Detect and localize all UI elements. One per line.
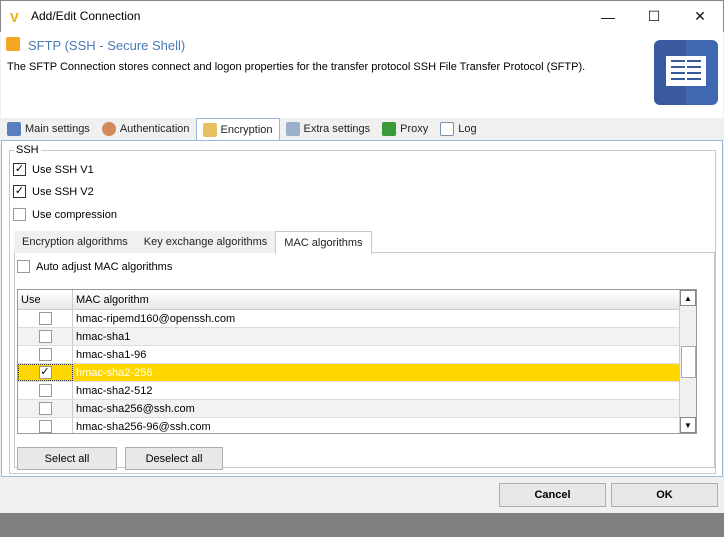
use-checkbox[interactable] [38,330,52,343]
window-title: Add/Edit Connection [31,9,141,23]
table-row[interactable]: hmac-sha1-96 [18,346,680,364]
tab-mac-algorithms[interactable]: MAC algorithms [275,231,372,254]
close-button[interactable]: ✕ [677,1,723,32]
checkbox-label: Use SSH V2 [32,185,94,198]
vertical-scrollbar[interactable]: ▲ ▼ [679,290,696,433]
table-icon [285,122,300,136]
tab-extra-settings[interactable]: Extra settings [280,118,377,140]
column-header-mac-algorithm[interactable]: MAC algorithm [73,290,680,309]
tab-encryption[interactable]: Encryption [195,118,280,141]
use-cell[interactable] [18,310,73,327]
checkbox-label: Use compression [32,208,117,221]
checkbox-label: Use SSH V1 [32,163,94,176]
deselect-all-button[interactable]: Deselect all [125,447,223,470]
tab-label: Encryption [220,124,273,136]
mac-algorithm-name: hmac-ripemd160@openssh.com [76,312,236,325]
tab-key-exchange-algorithms[interactable]: Key exchange algorithms [135,231,276,253]
grid-header: Use MAC algorithm [18,290,680,310]
scroll-down-button[interactable]: ▼ [680,417,696,433]
header-description: The SFTP Connection stores connect and l… [7,61,586,73]
checkbox[interactable] [13,208,26,221]
tab-label: Log [458,123,477,135]
use-cell[interactable] [18,328,73,345]
sftp-folder-icon [6,37,20,51]
mac-algorithm-name: hmac-sha2-512 [76,384,153,397]
column-header-use[interactable]: Use [18,290,73,309]
table-row[interactable]: ✓ hmac-sha2-256 [18,364,680,382]
book-icon [654,40,718,105]
use-compression-checkbox[interactable]: Use compression [13,208,117,221]
footer-strip [0,513,724,537]
cancel-button[interactable]: Cancel [499,483,606,507]
table-row[interactable]: hmac-sha256-96@ssh.com [18,418,680,433]
minimize-button[interactable]: — [585,1,631,32]
auto-adjust-mac-checkbox[interactable]: Auto adjust MAC algorithms [17,260,172,273]
use-cell[interactable] [18,418,73,433]
gear-icon [7,122,21,136]
tab-label: Extra settings [303,123,371,135]
main-tabs: Main settings Authentication Encryption … [1,118,483,141]
table-row[interactable]: hmac-ripemd160@openssh.com [18,310,680,328]
use-cell[interactable] [18,346,73,363]
tab-label: Proxy [400,123,429,135]
mac-algorithm-name: hmac-sha1-96 [76,348,147,361]
use-ssh-v2-checkbox[interactable]: ✓ Use SSH V2 [13,185,94,198]
checkbox[interactable]: ✓ [13,185,26,198]
use-checkbox[interactable] [38,402,52,415]
lock-icon [202,123,217,137]
header-title: SFTP (SSH - Secure Shell) [28,38,186,53]
mac-algorithm-name: hmac-sha1 [76,330,131,343]
mac-algorithm-name: hmac-sha2-256 [76,366,153,379]
use-cell[interactable]: ✓ [18,364,73,381]
mac-algorithm-name: hmac-sha256@ssh.com [76,402,195,415]
use-checkbox[interactable]: ✓ [38,366,52,379]
tab-log[interactable]: Log [434,118,482,140]
table-row[interactable]: hmac-sha1 [18,328,680,346]
ok-button[interactable]: OK [611,483,718,507]
log-icon [440,122,455,136]
scroll-thumb[interactable] [681,346,696,378]
use-checkbox[interactable] [38,312,52,325]
algorithm-tabs: Encryption algorithms Key exchange algor… [14,231,372,254]
table-row[interactable]: hmac-sha2-512 [18,382,680,400]
grid-rows: hmac-ripemd160@openssh.com hmac-sha1 hmac-… [18,310,680,433]
header: SFTP (SSH - Secure Shell) The SFTP Conne… [1,32,723,118]
mac-algorithm-grid: Use MAC algorithm hmac-ripemd160@openssh… [17,289,697,434]
use-cell[interactable] [18,382,73,399]
user-icon [101,122,116,136]
use-cell[interactable] [18,400,73,417]
title-bar: V Add/Edit Connection — ☐ ✕ [0,0,724,32]
select-all-button[interactable]: Select all [17,447,117,470]
tab-main-settings[interactable]: Main settings [1,118,96,140]
tab-label: Main settings [25,123,90,135]
mac-algorithm-name: hmac-sha256-96@ssh.com [76,420,211,433]
tab-encryption-algorithms[interactable]: Encryption algorithms [14,231,136,253]
use-ssh-v1-checkbox[interactable]: ✓ Use SSH V1 [13,163,94,176]
tab-label: Authentication [119,123,190,135]
use-checkbox[interactable] [38,348,52,361]
scroll-up-button[interactable]: ▲ [680,290,696,306]
checkbox-label: Auto adjust MAC algorithms [36,260,173,273]
checkbox[interactable]: ✓ [13,163,26,176]
use-checkbox[interactable] [38,420,52,433]
tab-proxy[interactable]: Proxy [376,118,434,140]
tab-authentication[interactable]: Authentication [96,118,196,140]
proxy-icon [382,122,397,136]
use-checkbox[interactable] [38,384,52,397]
maximize-button[interactable]: ☐ [631,1,677,32]
checkbox[interactable] [17,260,30,273]
ssh-group-label: SSH [14,144,41,156]
table-row[interactable]: hmac-sha256@ssh.com [18,400,680,418]
app-icon: V [10,10,19,25]
